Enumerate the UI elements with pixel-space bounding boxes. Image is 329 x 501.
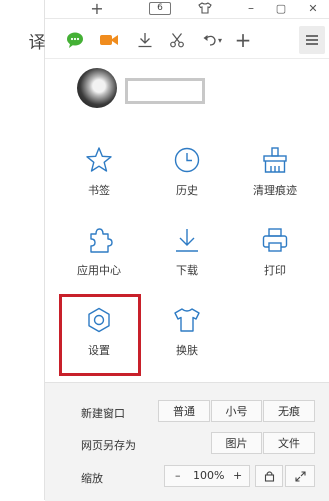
downloads-item[interactable]: 下载 xyxy=(151,226,223,288)
minimize-button[interactable]: – xyxy=(243,0,259,16)
expand-arrows-icon xyxy=(294,470,306,482)
new-tab-button[interactable]: + xyxy=(89,0,105,18)
new-traceless-window-button[interactable]: 无痕 xyxy=(263,400,315,422)
settings-highlight-box xyxy=(59,294,141,376)
minimize-icon: – xyxy=(248,1,254,15)
undo-icon xyxy=(203,35,216,46)
video-button[interactable] xyxy=(97,28,121,52)
maximize-icon: ▢ xyxy=(275,1,287,15)
save-as-file-button[interactable]: 文件 xyxy=(263,432,315,454)
history-label: 历史 xyxy=(176,184,198,197)
plus-icon: + xyxy=(234,28,252,52)
skin-shirt-button[interactable] xyxy=(197,0,213,16)
zoom-value: 100% xyxy=(193,469,225,482)
maximize-button[interactable]: ▢ xyxy=(273,0,289,16)
print-label: 打印 xyxy=(264,264,286,277)
page-background-strip xyxy=(0,0,44,500)
clock-icon xyxy=(174,147,200,173)
video-camera-icon xyxy=(100,35,118,45)
zoom-control: – 100% + xyxy=(164,465,250,487)
shirt-icon xyxy=(198,2,212,14)
lock-icon xyxy=(264,471,274,482)
save-page-as-label: 网页另存为 xyxy=(81,439,136,452)
wechat-button[interactable] xyxy=(63,28,87,52)
browser-menu-panel: + 6 – ▢ ✕ 译 ▾ + 书签 历史 清理痕迹 应用中心 下载 打印 设置… xyxy=(29,0,329,501)
undo-close-button[interactable]: ▾ xyxy=(197,28,227,52)
zoom-lock-button[interactable] xyxy=(255,465,283,487)
chevron-down-icon: ▾ xyxy=(217,35,222,45)
new-tab-toolbar-button[interactable]: + xyxy=(231,28,255,52)
zoom-label: 缩放 xyxy=(81,472,103,485)
title-bar: + 6 – ▢ ✕ xyxy=(45,0,329,19)
star-icon xyxy=(86,147,112,172)
fullscreen-button[interactable] xyxy=(285,465,315,487)
save-as-image-button[interactable]: 图片 xyxy=(211,432,262,454)
username-box[interactable] xyxy=(125,78,205,104)
main-menu-button[interactable] xyxy=(299,26,325,54)
new-small-window-button[interactable]: 小号 xyxy=(211,400,262,422)
puzzle-icon xyxy=(90,228,113,253)
clear-traces-label: 清理痕迹 xyxy=(253,184,297,197)
shirt-icon xyxy=(174,308,200,332)
wechat-icon xyxy=(67,32,83,48)
history-item[interactable]: 历史 xyxy=(151,146,223,208)
app-center-label: 应用中心 xyxy=(77,264,121,277)
download-button[interactable] xyxy=(133,28,157,52)
skins-label: 换肤 xyxy=(176,344,198,357)
new-normal-window-button[interactable]: 普通 xyxy=(158,400,210,422)
app-center-item[interactable]: 应用中心 xyxy=(63,226,135,288)
bookmarks-label: 书签 xyxy=(88,184,110,197)
clear-traces-item[interactable]: 清理痕迹 xyxy=(239,146,311,208)
hamburger-menu-icon xyxy=(306,35,318,45)
toolbar: 译 ▾ + xyxy=(29,22,329,59)
downloads-label: 下载 xyxy=(176,264,198,277)
broom-icon xyxy=(263,147,287,173)
close-icon: ✕ xyxy=(308,1,318,15)
close-button[interactable]: ✕ xyxy=(305,0,321,16)
translate-icon: 译 xyxy=(28,32,46,53)
new-window-label: 新建窗口 xyxy=(81,407,125,420)
menu-bottom-section: 新建窗口 普通 小号 无痕 网页另存为 图片 文件 缩放 – 100% + xyxy=(45,382,329,501)
print-item[interactable]: 打印 xyxy=(239,226,311,288)
printer-icon xyxy=(262,228,288,252)
download-icon xyxy=(138,33,152,48)
user-avatar[interactable] xyxy=(77,68,117,108)
zoom-out-button[interactable]: – xyxy=(175,466,181,486)
screenshot-button[interactable] xyxy=(165,28,189,52)
bookmarks-item[interactable]: 书签 xyxy=(63,146,135,208)
zoom-in-button[interactable]: + xyxy=(233,466,242,486)
plus-icon: + xyxy=(90,0,104,18)
tab-count-badge[interactable]: 6 xyxy=(149,2,171,15)
scissors-icon xyxy=(170,33,184,48)
translate-button[interactable]: 译 xyxy=(25,28,49,53)
skins-item[interactable]: 换肤 xyxy=(151,306,223,368)
download-icon xyxy=(176,229,198,252)
